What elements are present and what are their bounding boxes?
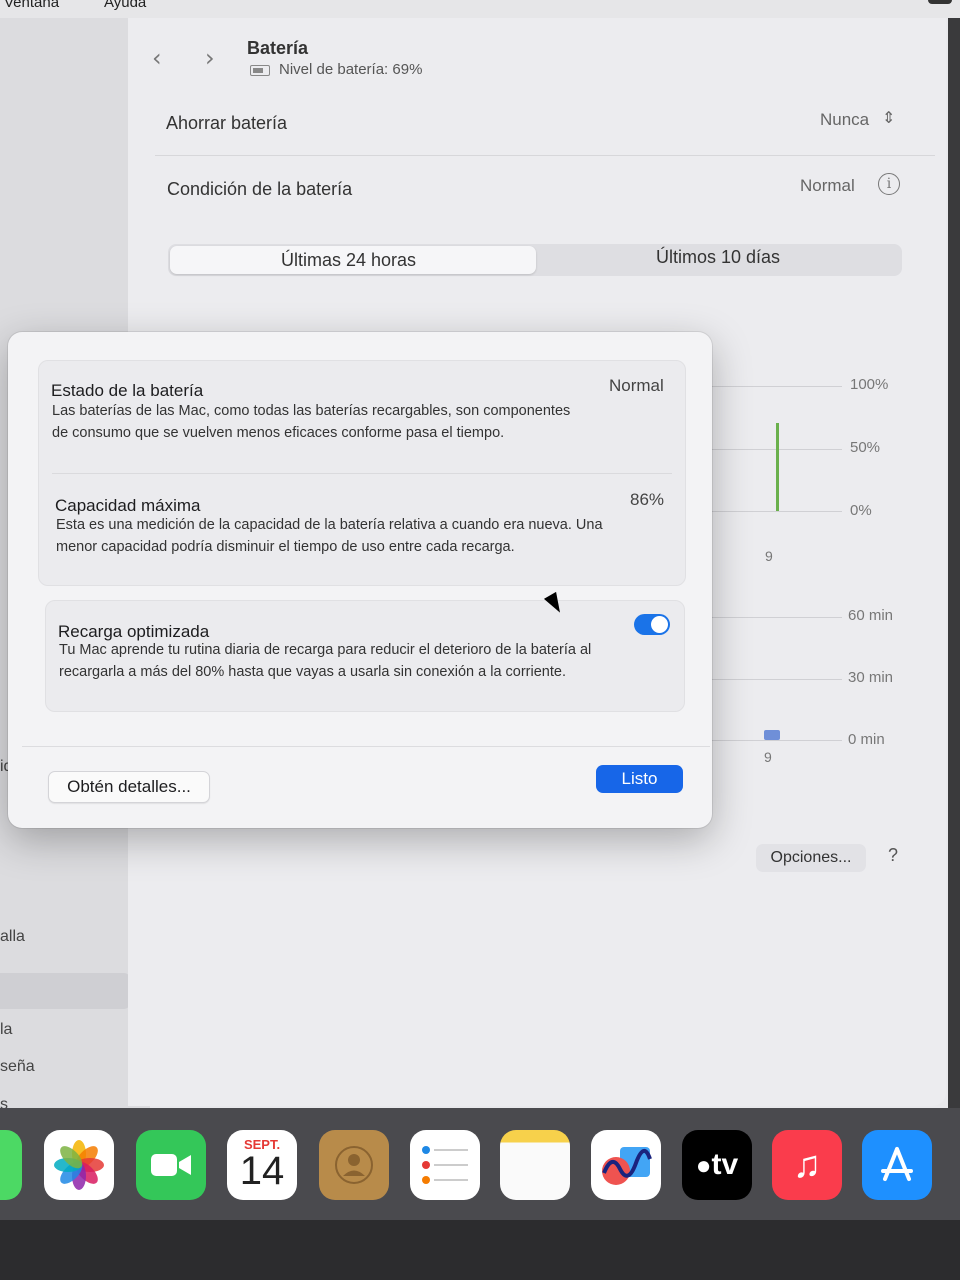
info-icon[interactable]: i	[878, 173, 900, 195]
done-button[interactable]: Listo	[596, 765, 683, 793]
battery-level-x-tick: 9	[765, 548, 773, 564]
menu-bar: Ventana Ayuda	[0, 0, 960, 18]
back-arrow-icon[interactable]: ‹	[152, 44, 162, 72]
freeform-icon[interactable]	[591, 1130, 661, 1200]
apple-logo-icon: ●	[695, 1149, 712, 1180]
chart-gridline	[712, 386, 842, 387]
dialog-footer-divider	[22, 746, 710, 747]
page-title: Batería	[247, 38, 309, 58]
battery-status-title: Estado de la batería	[51, 381, 204, 400]
battery-health-label: Condición de la batería	[167, 179, 353, 199]
row-divider	[155, 155, 935, 156]
save-battery-select[interactable]: Nunca	[820, 110, 869, 130]
save-battery-label: Ahorrar batería	[166, 113, 288, 133]
calendar-icon[interactable]: SEPT. 14	[227, 1130, 297, 1200]
sidebar-selected-row[interactable]	[0, 973, 130, 1009]
facetime-icon[interactable]	[136, 1130, 206, 1200]
sidebar-item-fragment[interactable]: alla	[0, 928, 25, 946]
reminders-icon[interactable]	[410, 1130, 480, 1200]
chevron-updown-icon[interactable]: ⇕	[882, 108, 895, 128]
chart-gridline	[712, 679, 842, 680]
battery-status-description: Las baterías de las Mac, como todas las …	[52, 403, 571, 441]
forward-arrow-icon[interactable]: ›	[205, 44, 215, 72]
status-icon	[928, 0, 952, 4]
chart-gridline	[712, 511, 842, 512]
battery-status-value: Normal	[609, 376, 664, 395]
device-bezel	[0, 1220, 960, 1280]
get-details-button[interactable]: Obtén detalles...	[48, 771, 210, 803]
chart-gridline	[712, 740, 842, 741]
app-store-icon[interactable]	[862, 1130, 932, 1200]
photos-icon[interactable]	[44, 1130, 114, 1200]
chart-gridline	[712, 617, 842, 618]
app-store-glyph-icon	[881, 1147, 913, 1181]
sidebar-item-fragment[interactable]: la	[0, 1021, 12, 1039]
menu-ventana[interactable]: Ventana	[4, 0, 59, 11]
battery-icon	[250, 65, 270, 76]
battery-level-axis-label: 100%	[850, 376, 889, 393]
battery-level-axis-label: 0%	[850, 502, 872, 519]
screen-on-bar	[764, 730, 780, 740]
toggle-knob	[651, 616, 668, 633]
screen-on-axis-label: 30 min	[848, 669, 894, 686]
screen-on-x-tick: 9	[764, 749, 772, 765]
battery-level-text: Nivel de batería: 69%	[279, 61, 423, 78]
tv-label: tv	[711, 1148, 739, 1181]
screen-on-axis-label: 60 min	[848, 607, 894, 624]
tab-last-24-hours-label[interactable]: Últimas 24 horas	[281, 250, 416, 271]
battery-health-value: Normal	[800, 176, 855, 195]
menu-ayuda[interactable]: Ayuda	[104, 0, 146, 11]
reminders-list-icon	[422, 1146, 468, 1184]
person-glyph-icon	[335, 1146, 373, 1184]
optimized-charging-description: Tu Mac aprende tu rutina diaria de recar…	[59, 642, 592, 680]
camera-glyph-icon	[151, 1154, 191, 1176]
optimized-charging-toggle[interactable]	[634, 614, 670, 635]
freeform-glyph-icon	[602, 1147, 652, 1185]
battery-level-axis-label: 50%	[850, 439, 881, 456]
apple-tv-icon[interactable]: ● tv	[682, 1130, 752, 1200]
sidebar-item-fragment[interactable]: seña	[0, 1058, 35, 1076]
max-capacity-description: Esta es una medición de la capacidad de …	[56, 517, 603, 555]
max-capacity-value: 86%	[630, 490, 665, 509]
screen-on-axis-label: 0 min	[848, 731, 885, 748]
notes-icon[interactable]	[500, 1130, 570, 1200]
battery-level-bar	[776, 423, 779, 511]
help-button[interactable]: ?	[888, 845, 898, 866]
tab-last-10-days[interactable]: Últimos 10 días	[656, 247, 780, 268]
card-divider	[52, 473, 672, 474]
calendar-day: 14	[239, 1148, 285, 1193]
max-capacity-title: Capacidad máxima	[55, 496, 201, 515]
options-button[interactable]: Opciones...	[756, 844, 866, 872]
contacts-icon[interactable]	[319, 1130, 389, 1200]
messages-icon[interactable]	[0, 1130, 22, 1200]
music-icon[interactable]: ♫	[772, 1130, 842, 1200]
photos-flower-icon	[54, 1140, 104, 1190]
